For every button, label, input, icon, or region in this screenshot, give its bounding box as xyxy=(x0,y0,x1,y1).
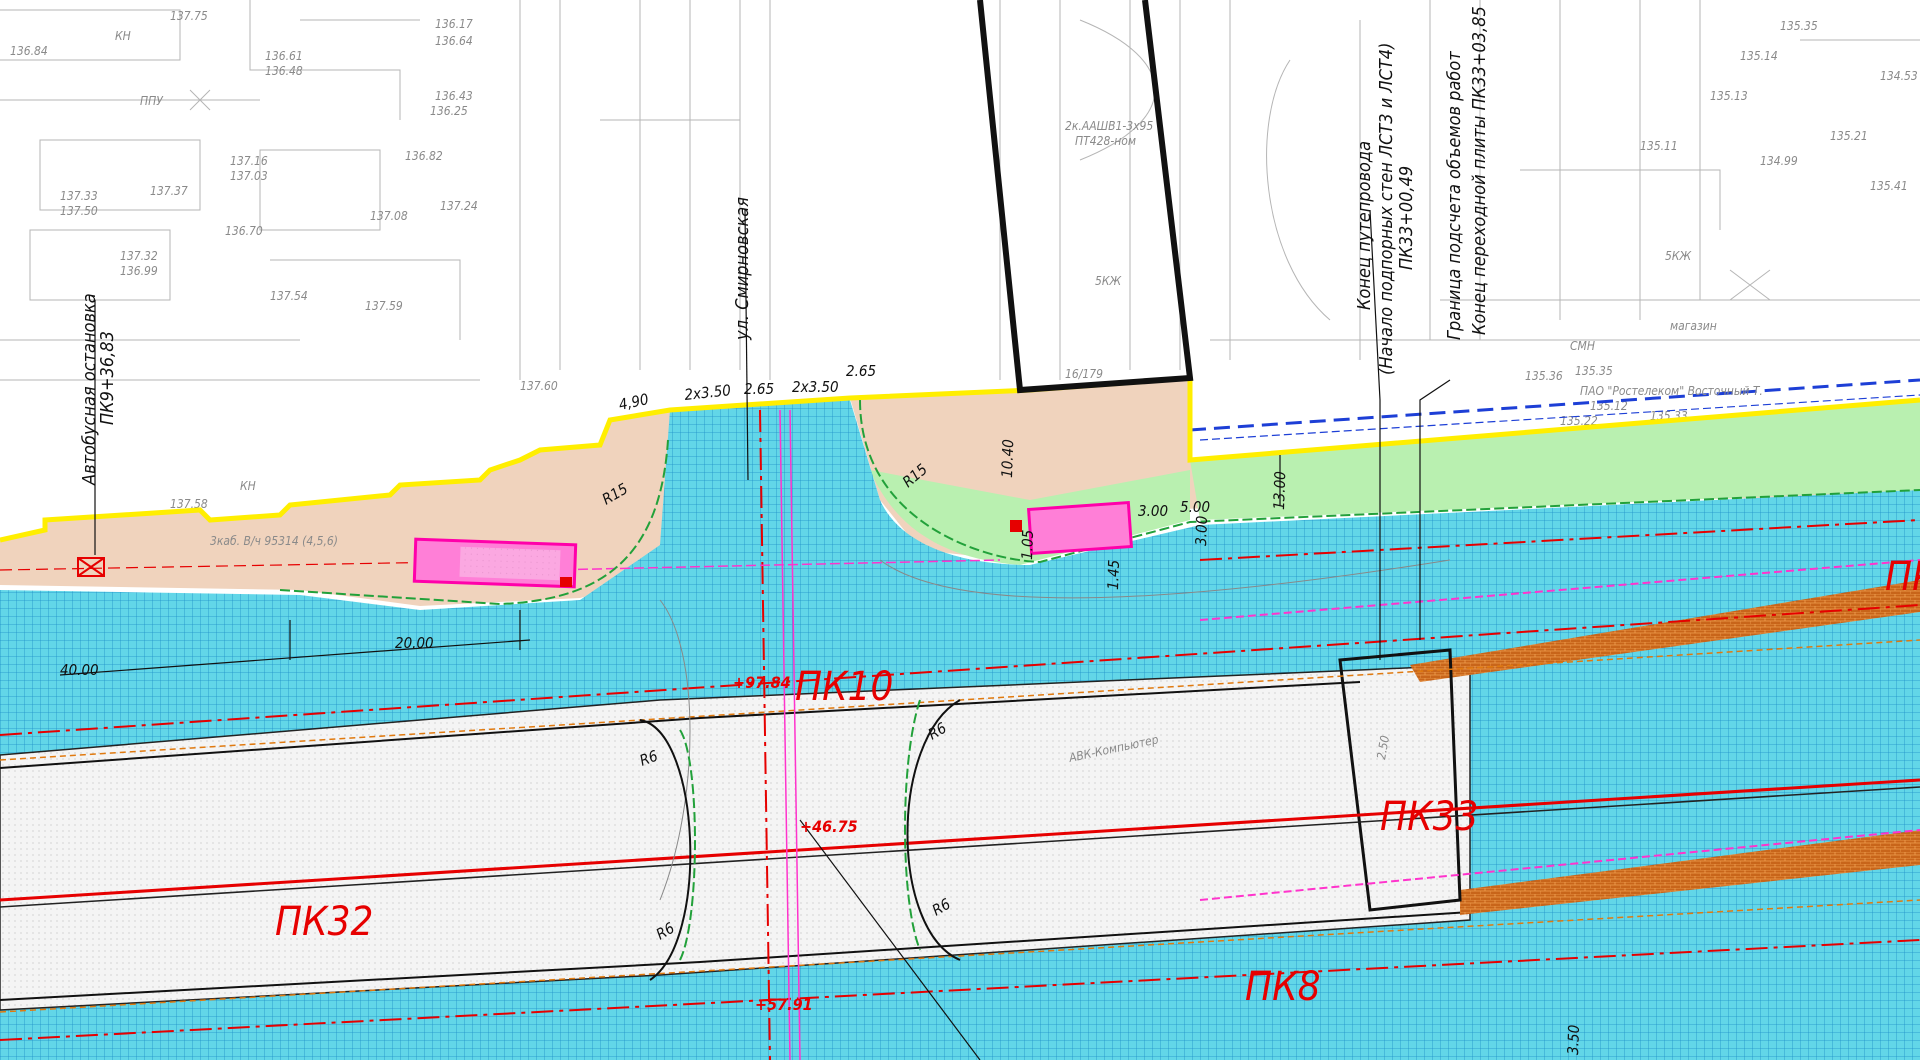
building-cable: 2к.ААШВ1-3х95 xyxy=(1065,119,1153,133)
dim-13-00: 13.00 xyxy=(1270,471,1289,510)
picket-pk-right: ПК xyxy=(1885,554,1920,600)
survey-elevation: 137.08 xyxy=(370,209,408,223)
dim-2-65-b: 2.65 xyxy=(846,362,876,380)
survey-elevation: 136.64 xyxy=(435,34,473,48)
survey-elevation: 135.35 xyxy=(1780,19,1818,33)
plan-svg: 136.84 137.75 136.61136.48 136.17 136.64 136.… xyxy=(0,0,1920,1061)
survey-elevation: 134.99 xyxy=(1760,154,1798,168)
dim-2-65-a: 2.65 xyxy=(744,380,774,398)
survey-elevation: 136.99 xyxy=(120,264,158,278)
kn-label: КН xyxy=(115,29,131,43)
survey-elevation: 136.70 xyxy=(225,224,263,238)
survey-elevation: 136.25 xyxy=(430,104,468,118)
survey-elevation: 135.35 xyxy=(1575,364,1613,378)
survey-elevation: 137.37 xyxy=(150,184,188,198)
survey-elevation: 137.03 xyxy=(230,169,268,183)
building-cable-sub: ПТ428-ном xyxy=(1075,134,1136,148)
survey-elevation: 137.16 xyxy=(230,154,268,168)
survey-elevation: 134.53 xyxy=(1880,69,1918,83)
picket-pk32: ПК32 xyxy=(275,899,373,945)
survey-elevation: 137.60 xyxy=(520,379,558,393)
kn-label-2: КН xyxy=(240,479,256,493)
survey-elevation: 137.33 xyxy=(60,189,98,203)
overpass-end-label: Конец путепровода xyxy=(1354,141,1375,310)
overpass-pk-label: ПК33+00,49 xyxy=(1396,166,1417,270)
dim-3-50: 3.50 xyxy=(1564,1024,1583,1055)
mark-46-75: +46.75 xyxy=(800,817,858,836)
rostelecom-label: ПАО "Ростелеком" Восточный Т. xyxy=(1580,384,1763,398)
dim-5-00: 5.00 xyxy=(1180,498,1210,516)
survey-elevation: 136.61 xyxy=(265,49,303,63)
cable-label: 3каб. В/ч 95314 (4,5,6) xyxy=(210,534,338,548)
dim-20-00: 20.00 xyxy=(395,634,434,652)
ppu-label: ППУ xyxy=(140,94,164,108)
survey-elevation: 136.48 xyxy=(265,64,303,78)
dim-1-05: 1.05 xyxy=(1018,529,1037,560)
survey-elevation: 137.75 xyxy=(170,9,208,23)
dim-40-00: 40.00 xyxy=(60,661,99,679)
dim-3-00-b: 3.00 xyxy=(1192,515,1211,546)
smn-label: СМН xyxy=(1570,339,1595,353)
picket-pk10: ПК10 xyxy=(795,664,893,710)
survey-elevation: 135.14 xyxy=(1740,49,1778,63)
survey-elevation: 137.59 xyxy=(365,299,403,313)
mark-57-91: +57.91 xyxy=(755,995,813,1014)
picket-pk8: ПК8 xyxy=(1245,964,1321,1010)
dim-10-40: 10.40 xyxy=(998,439,1017,478)
dim-1-45: 1.45 xyxy=(1104,559,1123,590)
survey-elevation: 137.50 xyxy=(60,204,98,218)
survey-elevation: 135.36 xyxy=(1525,369,1563,383)
building-class: 5КЖ xyxy=(1095,274,1122,288)
street-name: ул. Смирновская xyxy=(732,197,753,341)
survey-elevation: 135.41 xyxy=(1870,179,1908,193)
survey-elevation: 137.24 xyxy=(440,199,478,213)
boundary-label: Граница подсчета объемов работ xyxy=(1444,51,1465,340)
survey-elevation: 137.32 xyxy=(120,249,158,263)
survey-elevation: 137.54 xyxy=(270,289,308,303)
mark-97-84: +97.84 xyxy=(733,673,791,692)
bus-pavilion-left xyxy=(412,537,578,589)
building-number: 16/179 xyxy=(1065,367,1103,381)
survey-elevation: 135.13 xyxy=(1710,89,1748,103)
survey-elevation: 136.84 xyxy=(10,44,48,58)
picket-pk33: ПК33 xyxy=(1380,794,1478,840)
bus-stop-pk: ПК9+36,83 xyxy=(97,331,118,425)
survey-elevation: 135.11 xyxy=(1640,139,1678,153)
dim-3-00-a: 3.00 xyxy=(1138,502,1168,520)
survey-elevation: 136.17 xyxy=(435,17,473,31)
store-label: магазин xyxy=(1670,319,1717,333)
retaining-walls-label: (Начало подпорных стен ЛСТ3 и ЛСТ4) xyxy=(1376,43,1397,375)
survey-elevation: 136.82 xyxy=(405,149,443,163)
survey-elevation: 136.43 xyxy=(435,89,473,103)
survey-elevation: 135.21 xyxy=(1830,129,1868,143)
plan-drawing: 136.84 137.75 136.61 136.48 136.17 136.64 136.… xyxy=(0,0,1920,1061)
dim-2x3-50-b: 2х3.50 xyxy=(792,378,839,396)
5kzh-label: 5КЖ xyxy=(1665,249,1692,263)
slab-end-label: Конец переходной плиты ПК33+03,85 xyxy=(1469,6,1490,335)
